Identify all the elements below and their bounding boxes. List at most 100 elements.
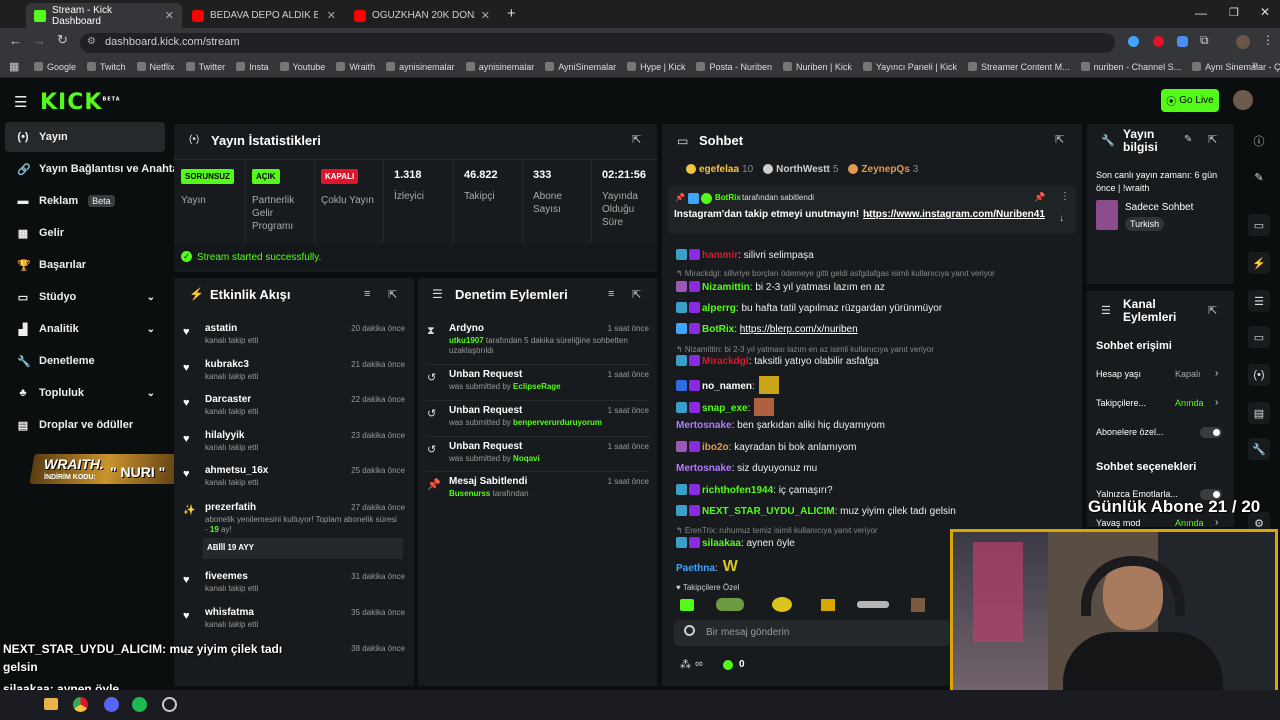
extension-icon[interactable] — [1177, 36, 1188, 47]
back-icon[interactable]: ← — [9, 33, 22, 48]
discord-icon[interactable] — [104, 697, 119, 712]
chevron-right-icon[interactable]: › — [1215, 368, 1218, 379]
hamburger-menu-icon[interactable]: ☰ — [14, 93, 27, 111]
sidebar-item-drops[interactable]: ▤ Droplar ve ödüller — [5, 410, 165, 440]
chat-username[interactable]: Mertosnake — [676, 420, 732, 431]
chat-username[interactable]: Paethna — [676, 563, 715, 574]
extension-icon[interactable] — [1153, 36, 1164, 47]
extension-icon[interactable] — [1128, 36, 1139, 47]
chat-username[interactable]: Mirackdgl — [702, 356, 749, 367]
sidebar-item-broadcast[interactable]: (•) Yayın — [5, 122, 165, 152]
filter-icon[interactable]: ≡ — [364, 288, 370, 300]
menu-icon[interactable]: ⋮ — [1262, 33, 1274, 47]
chat-username[interactable]: ibo2o — [702, 442, 729, 453]
tab-youtube-2[interactable]: OGUZKHAN 20K DONATE ALIYO ✕ — [346, 3, 498, 28]
bookmark-item[interactable]: Youtube — [279, 62, 325, 72]
bookmark-item[interactable]: Posta - Nuriben — [696, 62, 772, 72]
sidebar-item-link[interactable]: 🔗 Yayın Bağlantısı ve Anahtar — [5, 154, 183, 184]
toggle-switch[interactable] — [1200, 427, 1222, 438]
popout-icon[interactable]: ⇱ — [632, 288, 641, 301]
bookmark-item[interactable]: Nuriben | Kick — [782, 62, 852, 72]
bookmark-item[interactable]: Twitter — [185, 62, 225, 72]
chat-username[interactable]: hammir — [702, 250, 738, 261]
activity-username[interactable]: whisfatma — [205, 607, 254, 618]
bookmark-item[interactable]: Yayıncı Paneli | Kick — [862, 62, 957, 72]
chat-input[interactable]: Bir mesaj gönderin — [674, 620, 950, 646]
bookmark-item[interactable]: aynisinemalar — [465, 62, 534, 72]
new-tab-icon[interactable]: + — [507, 5, 516, 22]
activity-username[interactable]: astatin — [205, 323, 237, 334]
chevron-right-icon[interactable]: › — [1215, 397, 1218, 408]
lightning-icon[interactable]: ⚡ — [1248, 252, 1270, 274]
apps-grid-icon[interactable]: ▦ — [9, 60, 19, 73]
user-avatar[interactable] — [1233, 90, 1253, 110]
bookmark-item[interactable]: aynisinemalar — [386, 62, 455, 72]
unpin-icon[interactable]: 📌 — [1034, 192, 1045, 203]
moderation-user[interactable]: benperverurduruyorum — [513, 418, 602, 427]
restore-icon[interactable]: ❐ — [1229, 6, 1239, 19]
activity-username[interactable]: kubrakc3 — [205, 359, 249, 370]
chat-username[interactable]: Nizamittin — [702, 282, 750, 293]
activity-username[interactable]: ahmetsu_16x — [205, 465, 268, 476]
popout-icon[interactable]: ⇱ — [1055, 133, 1064, 146]
bookmark-item[interactable]: AyniSinemalar — [545, 62, 616, 72]
sidebar-item-trophy[interactable]: 🏆 Başarılar — [5, 250, 165, 280]
tag-chip[interactable]: Turkish — [1125, 217, 1165, 231]
bookmark-item[interactable]: Streamer Content M... — [968, 62, 1070, 72]
emote-icon[interactable] — [821, 599, 835, 611]
emote-icon[interactable] — [857, 601, 889, 608]
chat-icon[interactable]: ▭ — [1248, 326, 1270, 348]
moderation-user[interactable]: Busenurss — [449, 489, 490, 498]
bookmark-item[interactable]: Twitch — [87, 62, 126, 72]
chat-username[interactable]: Mertosnake — [676, 463, 732, 474]
bookmark-item[interactable]: Insta — [236, 62, 269, 72]
moderation-user[interactable]: Noqavi — [513, 454, 540, 463]
emote-icon[interactable] — [911, 598, 925, 612]
sidebar-item-analytics[interactable]: ▟ Analitik ⌄ — [5, 314, 165, 344]
popout-icon[interactable]: ⇱ — [1208, 304, 1217, 317]
top-gifter[interactable]: ZeynepQs 3 — [848, 162, 918, 176]
kick-logo[interactable]: KICKBETA — [40, 90, 121, 115]
emote-icon[interactable] — [772, 597, 792, 612]
popout-icon[interactable]: ⇱ — [388, 288, 397, 301]
go-live-button[interactable]: ⦿ Go Live — [1161, 89, 1219, 112]
profile-avatar[interactable] — [1236, 35, 1250, 49]
users-icon[interactable]: ⁂ — [680, 658, 691, 671]
site-info-icon[interactable]: ⚙ — [87, 36, 96, 47]
channel-action-value[interactable]: Kapalı — [1175, 369, 1201, 379]
close-window-icon[interactable]: ✕ — [1260, 5, 1270, 19]
edit-icon[interactable]: ✎ — [1184, 134, 1192, 145]
chat-link[interactable]: https://blerp.com/x/nuriben — [740, 324, 858, 335]
sidebar-item-community[interactable]: ♣ Topluluk ⌄ — [5, 378, 165, 408]
top-gifter[interactable]: egefelaa 10 — [686, 162, 753, 176]
popout-icon[interactable]: ⇱ — [1208, 133, 1217, 146]
steam-icon[interactable] — [162, 697, 177, 712]
close-tab-icon[interactable]: ✕ — [165, 9, 174, 22]
chat-username[interactable]: no_namen — [702, 381, 752, 392]
sidebar-item-ad[interactable]: ▬ Reklam Beta — [5, 186, 165, 216]
chevron-right-icon[interactable]: › — [1215, 517, 1218, 528]
close-tab-icon[interactable]: ✕ — [481, 9, 490, 22]
emoji-icon[interactable] — [684, 625, 695, 636]
reload-icon[interactable]: ↻ — [57, 32, 68, 48]
top-gifter[interactable]: NorthWestt 5 — [763, 162, 838, 176]
url-field[interactable]: ⚙ dashboard.kick.com/stream — [80, 33, 1115, 53]
activity-username[interactable]: hilalyyik — [205, 430, 244, 441]
close-tab-icon[interactable]: ✕ — [327, 9, 336, 22]
wrench-icon[interactable]: 🔧 — [1248, 438, 1270, 460]
chat-username[interactable]: richthofen1944 — [702, 485, 773, 496]
chat-username[interactable]: alperrg — [702, 303, 736, 314]
sidebar-item-wrench[interactable]: 🔧 Denetleme — [5, 346, 165, 376]
panel-icon[interactable]: ▭ — [1248, 214, 1270, 236]
list-icon[interactable]: ☰ — [1248, 290, 1270, 312]
edit-icon[interactable]: ✎ — [1248, 166, 1270, 188]
bookmark-item[interactable]: Netflix — [136, 62, 175, 72]
emote-icon[interactable] — [716, 598, 744, 611]
chat-username[interactable]: NEXT_STAR_UYDU_ALICIM — [702, 506, 835, 517]
tab-kick-dashboard[interactable]: Stream - Kick Dashboard ✕ — [26, 3, 182, 28]
chrome-icon[interactable] — [73, 697, 88, 712]
activity-username[interactable]: prezerfatih — [205, 502, 256, 513]
bookmark-item[interactable]: Wraith — [336, 62, 375, 72]
chat-username[interactable]: silaakaa — [702, 538, 741, 549]
spotify-icon[interactable] — [132, 697, 147, 712]
